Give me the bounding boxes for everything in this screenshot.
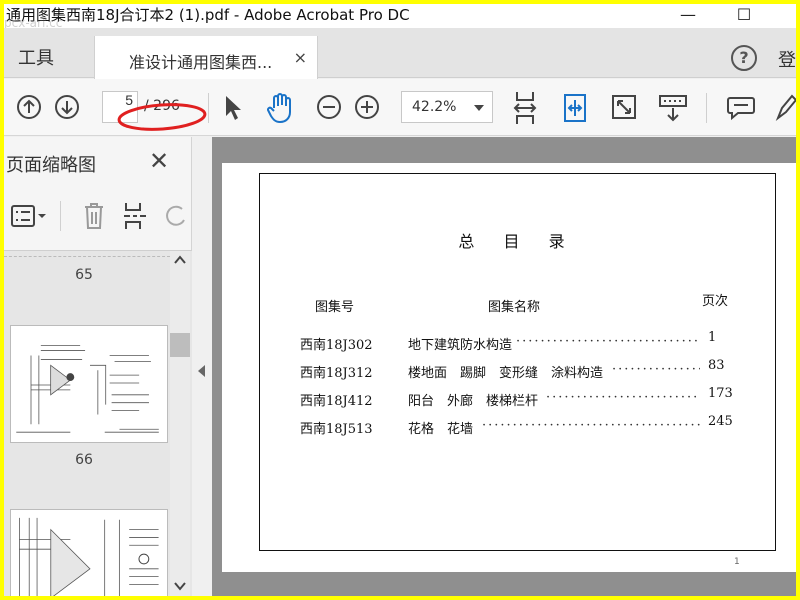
highlight-pen-icon[interactable]	[774, 94, 796, 122]
toolbar-separator	[208, 93, 209, 123]
row-name: 楼地面 踢脚 变形缝 涂料构造	[408, 366, 604, 381]
scrollbar-thumb[interactable]	[170, 333, 190, 357]
page-footer-number: 1	[734, 557, 740, 567]
zoom-value: 42.2%	[412, 99, 457, 115]
row-name: 阳台 外廊 楼梯栏杆	[408, 394, 539, 409]
row-code: 西南18J412	[300, 394, 373, 409]
next-page-icon[interactable]	[54, 94, 80, 120]
chevron-down-icon	[474, 105, 484, 111]
sidebar-collapse-handle[interactable]	[192, 137, 212, 596]
hand-tool-icon[interactable]	[266, 92, 296, 124]
table-row: 西南18J513 花格 花墙 ·························…	[260, 414, 777, 438]
fit-page-icon[interactable]	[512, 90, 538, 126]
scroll-down-icon[interactable]	[174, 581, 186, 591]
table-row: 西南18J412 阳台 外廊 楼梯栏杆 ····················…	[260, 386, 777, 410]
leader-dots: ········································…	[482, 418, 700, 433]
leader-dots: ·················	[612, 362, 700, 377]
row-page: 173	[708, 386, 733, 401]
window-title: 通用图集西南18J合订本2 (1).pdf - Adobe Acrobat Pr…	[6, 6, 410, 24]
leader-dots: ······························	[546, 390, 700, 405]
login-button[interactable]: 登	[778, 46, 796, 72]
red-annotation-circle	[117, 103, 207, 131]
document-view[interactable]: 总 目 录 图集号 图集名称 页次 西南18J302 地下建筑防水构造 ····…	[212, 137, 796, 596]
table-row: 西南18J302 地下建筑防水构造 ······················…	[260, 330, 777, 354]
comment-icon[interactable]	[726, 94, 756, 122]
thumbnail-label: 65	[75, 267, 93, 283]
maximize-button[interactable]: ☐	[724, 4, 764, 28]
leader-dots: ··································	[516, 334, 700, 349]
pdf-page: 总 目 录 图集号 图集名称 页次 西南18J302 地下建筑防水构造 ····…	[222, 163, 796, 572]
row-page: 245	[708, 414, 733, 429]
zoom-in-icon[interactable]	[354, 94, 380, 120]
thumbnail-scrollbar[interactable]	[170, 251, 190, 596]
select-cursor-icon[interactable]	[222, 94, 244, 122]
thumbnail-page-66[interactable]	[10, 509, 168, 596]
thumbnail-page-65[interactable]	[10, 325, 168, 443]
table-row: 西南18J312 楼地面 踢脚 变形缝 涂料构造 ···············…	[260, 358, 777, 382]
sidebar-separator	[60, 201, 61, 231]
minimize-button[interactable]: —	[668, 4, 708, 28]
fit-width-icon[interactable]	[561, 92, 589, 124]
row-code: 西南18J312	[300, 366, 373, 381]
column-header-page: 页次	[702, 294, 729, 309]
row-page: 1	[708, 330, 717, 345]
thumbnail-options-icon[interactable]	[10, 203, 48, 229]
keyboard-scroll-icon[interactable]	[658, 93, 688, 123]
main-toolbar: 5 / 296 42.2%	[4, 79, 796, 136]
toolbar-separator	[706, 93, 707, 123]
sidebar-toolbar	[4, 195, 192, 239]
close-tab-button[interactable]: ×	[294, 48, 307, 67]
insert-page-icon[interactable]	[122, 201, 148, 231]
thumbnail-sidebar: 页面缩略图 ✕ 65 66	[4, 137, 192, 596]
tools-tab[interactable]: 工具	[18, 44, 54, 70]
document-heading: 总 目 录	[458, 232, 577, 251]
rotate-page-icon[interactable]	[164, 203, 188, 229]
scroll-up-icon[interactable]	[174, 255, 186, 265]
document-tab[interactable]: 准设计通用图集西... ×	[94, 36, 318, 79]
help-button[interactable]: ?	[731, 45, 757, 71]
collapse-arrow-icon	[198, 365, 205, 377]
tab-bar: 工具 准设计通用图集西... × ? 登	[4, 28, 796, 79]
column-header-name: 图集名称	[488, 300, 541, 315]
app-window: 通用图集西南18J合订本2 (1).pdf - Adobe Acrobat Pr…	[4, 4, 796, 596]
prev-page-icon[interactable]	[16, 94, 42, 120]
row-page: 83	[708, 358, 725, 373]
row-name: 花格 花墙	[408, 422, 474, 437]
row-name: 地下建筑防水构造	[408, 338, 513, 353]
row-code: 西南18J302	[300, 338, 373, 353]
sidebar-title: 页面缩略图	[6, 155, 96, 176]
page-frame: 总 目 录 图集号 图集名称 页次 西南18J302 地下建筑防水构造 ····…	[259, 173, 776, 551]
thumbnail-label: 66	[75, 452, 93, 468]
delete-page-icon[interactable]	[82, 201, 106, 231]
full-screen-icon[interactable]	[611, 94, 637, 120]
row-code: 西南18J513	[300, 422, 373, 437]
thumbnail-list[interactable]: 65 66	[4, 250, 192, 596]
thumbnail-divider	[4, 251, 170, 257]
title-bar: 通用图集西南18J合订本2 (1).pdf - Adobe Acrobat Pr…	[4, 4, 796, 30]
zoom-out-icon[interactable]	[316, 94, 342, 120]
sidebar-close-button[interactable]: ✕	[149, 147, 169, 175]
column-header-code: 图集号	[315, 300, 355, 315]
zoom-select[interactable]: 42.2%	[401, 91, 493, 123]
document-tab-label: 准设计通用图集西...	[129, 53, 273, 72]
